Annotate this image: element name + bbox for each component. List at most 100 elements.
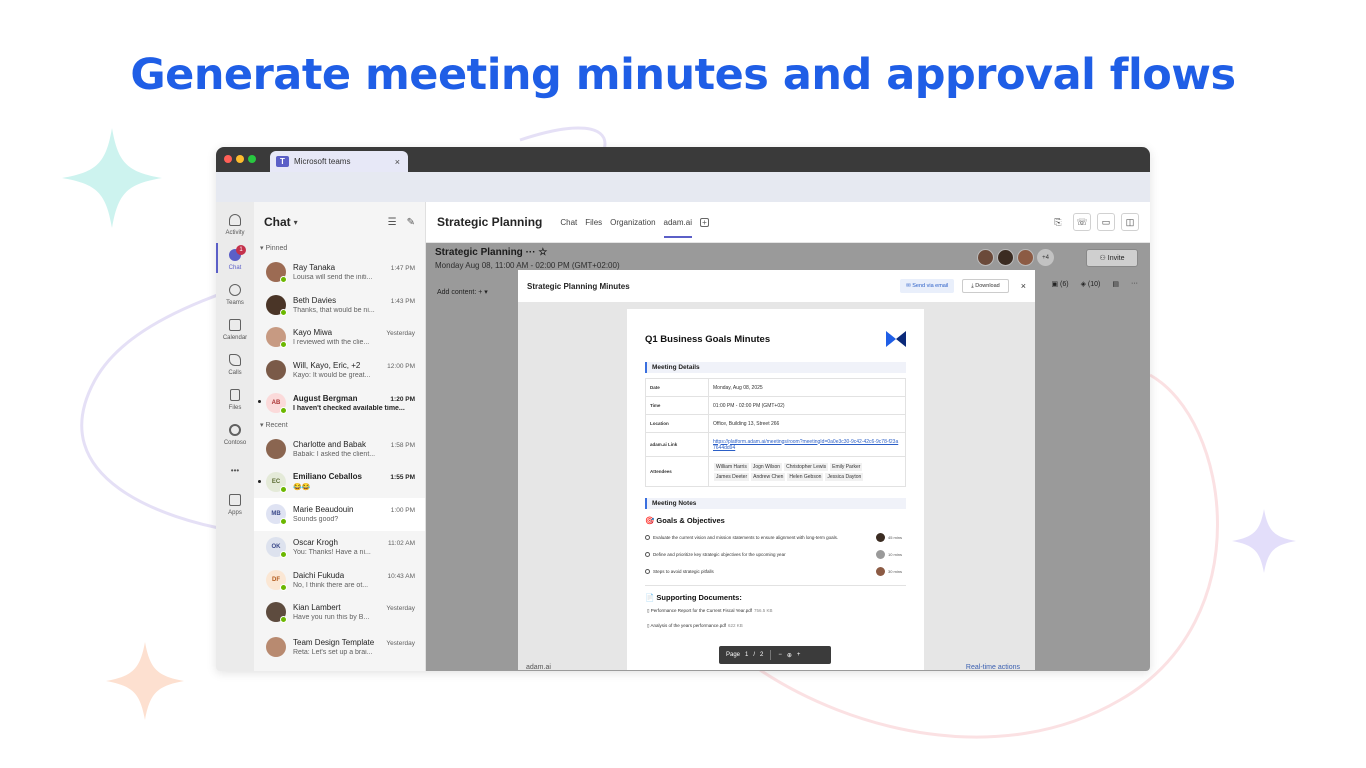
goal-radio-icon[interactable] [645,534,650,540]
detail-value: 01:00 PM - 02:00 PM (GMT+02) [708,396,906,415]
chat-time: 1:00 PM [390,507,415,515]
file-attachment[interactable]: ▯ Analysis of the years performance.pdf 6… [647,623,743,629]
rail-item-contoso[interactable]: Contoso [216,424,254,446]
chat-item[interactable]: Ray Tanaka 1:47 PM Louisa will send the in… [254,256,425,289]
attendee-chip: William Harris [714,462,749,471]
compose-icon[interactable]: ✎ [407,217,415,228]
tab-adam-ai[interactable]: adam.ai [663,204,693,241]
goal-duration: 45 mins [888,534,903,540]
overflow-icon[interactable]: ··· [1131,280,1138,288]
audio-call-icon[interactable]: ☏ [1073,213,1091,231]
file-name: Performance Report for the Current Fisca… [650,608,753,613]
participant-avatar[interactable] [997,249,1014,266]
goal-radio-icon[interactable] [645,568,650,574]
chat-item[interactable]: Will, Kayo, Eric, +2 12:00 PM Kayo: It wou… [254,354,425,387]
section-recent[interactable]: ▾ Recent [254,419,425,433]
file-icon [230,389,240,401]
side-panel-icon[interactable]: ◫ [1121,213,1139,231]
chat-item-selected[interactable]: MB Marie Beaudouin 1:00 PM Sounds good? [254,498,425,531]
meeting-notes-icon[interactable]: ⎘ [1049,213,1067,231]
chat-item[interactable]: EC Emiliano Ceballos 1:55 PM 😂😂 [254,466,425,499]
group-avatar [266,636,286,657]
report-icon[interactable]: ▤ [1112,280,1119,288]
layers-count[interactable]: ◈ (10) [1081,280,1101,288]
minutes-document: Q1 Business Goals Minutes Meeting Detail… [627,309,924,670]
modal-title: Strategic Planning Minutes [527,281,630,291]
file-attachment[interactable]: ▯ Performance Report for the Current Fis… [647,608,773,614]
minimize-window-dot[interactable] [236,155,244,163]
zoom-window-dot[interactable] [248,155,256,163]
meeting-title-text: Strategic Planning [435,247,523,258]
rail-item-apps[interactable]: Apps [216,494,254,516]
tab-organization[interactable]: Organization [610,204,655,241]
rail-item-calls[interactable]: Calls [216,354,254,376]
goal-item[interactable]: Define and prioritize key strategic obje… [645,548,906,560]
goal-radio-icon[interactable] [645,551,650,557]
rail-label: Activity [225,230,245,236]
chat-item[interactable]: AB August Bergman 1:20 PM I haven't checke… [254,386,425,419]
tab-files[interactable]: Files [585,204,602,241]
send-email-button[interactable]: ✉ Send via email [900,279,955,293]
page-current[interactable]: 1 [745,652,748,658]
notes-count[interactable]: ▣ (6) [1051,280,1068,288]
more-participants[interactable]: +4 [1037,249,1054,266]
headline: Generate meeting minutes and approval fl… [130,50,1236,100]
attendee-chip: Jessica Dayton [825,472,864,481]
rail-item-files[interactable]: Files [216,389,254,411]
rail-item-chat[interactable]: 1 Chat [216,245,254,271]
goal-item[interactable]: Steps to avoid strategic pitfalls 30 min… [645,565,906,577]
modal-actions: ✉ Send via email ⤓ Download × [900,279,1026,293]
chevron-down-icon[interactable]: ▾ [294,218,298,227]
close-icon[interactable]: × [1021,281,1026,291]
chat-item[interactable]: OK Oscar Krogh 11:02 AM You: Thanks! Have … [254,531,425,564]
section-pinned[interactable]: ▾ Pinned [254,242,425,256]
video-call-icon[interactable]: ▭ [1097,213,1115,231]
chat-item[interactable]: Kian Lambert Yesterday Have you run this b… [254,596,425,629]
zoom-out-icon[interactable]: − [778,652,782,658]
chat-preview: 😂😂 [293,484,311,492]
browser-tab[interactable]: T Microsoft teams × [270,151,408,172]
star-icon[interactable]: ☆ [538,247,547,258]
participant-avatar[interactable] [977,249,994,266]
detail-key: Date [645,378,709,397]
teal-sparkle-icon [62,128,162,228]
chat-name: Oscar Krogh [293,538,338,548]
goals-heading: 🎯 Goals & Objectives [645,516,725,525]
chat-list-title[interactable]: Chat [264,215,291,229]
participant-avatar[interactable] [1017,249,1034,266]
modal-backdrop[interactable]: Strategic Planning ··· ☆ Monday Aug 08, … [426,243,1150,671]
goal-text: Steps to avoid strategic pitfalls [653,568,714,574]
avatar: EC [266,471,287,493]
detail-key: Attendees [645,456,709,487]
rail-label: Apps [228,510,242,516]
rail-item-more[interactable]: ••• [216,462,254,475]
rail-item-calendar[interactable]: Calendar [216,319,254,341]
close-window-dot[interactable] [224,155,232,163]
goal-item[interactable]: Evaluate the current vision and mission … [645,531,906,543]
zoom-in-icon[interactable]: + [797,652,801,658]
add-tab-icon[interactable]: + [699,217,709,227]
chat-item[interactable]: DF Daichi Fukuda 10:43 AM No, I think ther… [254,563,425,596]
avatar: MB [266,504,287,526]
filter-icon[interactable]: ☰ [388,217,397,228]
add-person-icon: ⚇ [1099,255,1106,262]
rail-item-activity[interactable]: Activity [216,214,254,236]
download-button[interactable]: ⤓ Download [962,279,1009,293]
tab-chat[interactable]: Chat [560,204,577,241]
meeting-link[interactable]: https://platform.adam.ai/meetings/room?m… [713,439,898,451]
chat-time: Yesterday [386,605,415,613]
invite-button[interactable]: ⚇ Invite [1086,249,1138,267]
tab-close-icon[interactable]: × [395,157,400,167]
meeting-details-heading: Meeting Details [645,362,906,373]
chat-item[interactable]: Team Design Template Yesterday Reta: Let's… [254,629,425,665]
zoom-reset-icon[interactable]: ⊕ [787,652,792,659]
add-content[interactable]: Add content: + ▾ [437,288,488,296]
apps-plus-icon [229,494,241,506]
chat-item[interactable]: Charlotte and Babak 1:58 PM Babak: I asked… [254,433,425,466]
attendee-chip: Christopher Lewis [784,462,829,471]
chat-item[interactable]: Kayo Miwa Yesterday I reviewed with the cl… [254,321,425,354]
supporting-docs-heading: 📄 Supporting Documents: [645,593,742,602]
more-options-icon[interactable]: ··· [526,247,536,258]
chat-item[interactable]: Beth Davies 1:43 PM Thanks, that would be … [254,289,425,322]
rail-item-teams[interactable]: Teams [216,284,254,306]
